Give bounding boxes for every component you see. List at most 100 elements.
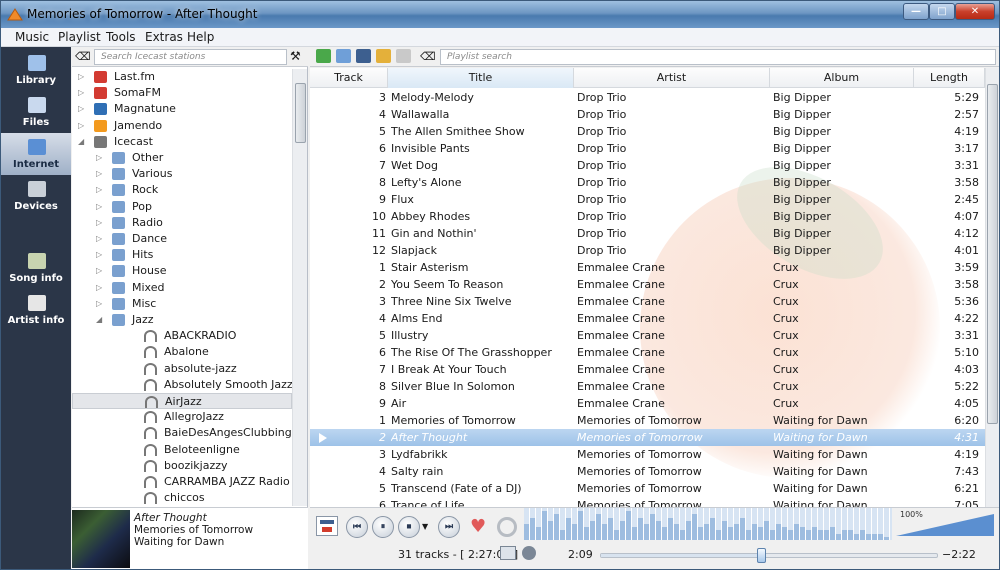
playlist-scrollbar[interactable] (985, 68, 999, 507)
expand-arrow-icon[interactable]: ▷ (96, 247, 106, 263)
minimize-button[interactable]: — (903, 3, 929, 20)
expand-arrow-icon[interactable]: ▷ (96, 199, 106, 215)
stop-options-chevron-icon[interactable]: ▼ (422, 522, 428, 531)
undo-icon[interactable] (376, 49, 391, 63)
tree-item[interactable]: absolute-jazz (72, 361, 292, 377)
playlist-row[interactable]: 11 Gin and Nothin' Drop Trio Big Dipper 4:12 (310, 225, 985, 242)
tree-item[interactable]: ▷ Other (72, 150, 292, 166)
column-album[interactable]: Album (770, 68, 914, 88)
playlist-row[interactable]: 5 Transcend (Fate of a DJ) Memories of Tom… (310, 480, 985, 497)
tree-item[interactable]: ▷ House (72, 263, 292, 279)
expand-arrow-icon[interactable]: ▷ (96, 231, 106, 247)
tree-item[interactable]: Absolutely Smooth Jazz - S ... (72, 377, 292, 393)
love-heart-icon[interactable]: ♥ (470, 518, 486, 536)
expand-arrow-icon[interactable]: ▷ (96, 215, 106, 231)
tree-scroll-thumb[interactable] (295, 83, 306, 143)
tree-item[interactable]: ▷ Various (72, 166, 292, 182)
expand-arrow-icon[interactable]: ◢ (96, 312, 106, 328)
tree-item[interactable]: Abalone (72, 344, 292, 360)
playlist-row[interactable]: 7 I Break At Your Touch Emmalee Crane Crux 4… (310, 361, 985, 378)
shuffle-mode-icon[interactable] (522, 546, 536, 560)
playlist-row[interactable]: 9 Flux Drop Trio Big Dipper 2:45 (310, 191, 985, 208)
spectrum-analyzer[interactable] (524, 508, 892, 540)
expand-arrow-icon[interactable]: ▷ (78, 101, 88, 117)
playlist-row[interactable]: 3 Lydfabrikk Memories of Tomorrow Waiting f… (310, 446, 985, 463)
playlist-row[interactable]: 3 Melody-Melody Drop Trio Big Dipper 5:29 (310, 89, 985, 106)
load-playlist-icon[interactable] (336, 49, 351, 63)
playlist-row[interactable]: 2 After Thought Memories of Tomorrow Waitin… (310, 429, 985, 446)
tree-item[interactable]: CARRAMBA JAZZ Radio Sta... (72, 474, 292, 490)
tree-item[interactable]: Beloteenligne (72, 442, 292, 458)
pause-button[interactable]: ⏸ (372, 516, 394, 538)
playlist-row[interactable]: 6 The Rise Of The Grasshopper Emmalee Cran… (310, 344, 985, 361)
settings-wrench-icon[interactable]: ⚒ (290, 49, 301, 63)
tree-item[interactable]: AllegroJazz (72, 409, 292, 425)
tree-item[interactable]: ▷ Radio (72, 215, 292, 231)
tree-item[interactable]: ◢ Icecast (72, 134, 292, 150)
playlist-row[interactable]: 10 Abbey Rhodes Drop Trio Big Dipper 4:07 (310, 208, 985, 225)
tree-item[interactable]: ◢ Jazz (72, 312, 292, 328)
tree-item[interactable]: ▷ Magnatune (72, 101, 292, 117)
playlist-row[interactable]: 1 Memories of Tomorrow Memories of Tomorro… (310, 412, 985, 429)
tree-item[interactable]: BaieDesAngesClubbing (72, 425, 292, 441)
column-length[interactable]: Length (914, 68, 985, 88)
menu-music[interactable]: Music (15, 30, 49, 44)
expand-arrow-icon[interactable]: ▷ (78, 85, 88, 101)
tree-item[interactable]: chiccos (72, 490, 292, 506)
sidebar-item-song-info[interactable]: Song info (1, 247, 71, 289)
playlist-row[interactable]: 4 Wallawalla Drop Trio Big Dipper 2:57 (310, 106, 985, 123)
clear-playlist-search-icon[interactable]: ⌫ (420, 50, 436, 63)
playlist-row[interactable]: 5 The Allen Smithee Show Drop Trio Big Dipp… (310, 123, 985, 140)
expand-arrow-icon[interactable]: ▷ (96, 150, 106, 166)
column-title[interactable]: Title (388, 68, 574, 88)
next-track-button[interactable]: ⏭ (438, 516, 460, 538)
playlist-row[interactable]: 12 Slapjack Drop Trio Big Dipper 4:01 (310, 242, 985, 259)
title-bar[interactable]: Memories of Tomorrow - After Thought — □… (1, 1, 999, 28)
tree-item[interactable]: ▷ Last.fm (72, 69, 292, 85)
playlist-row[interactable]: 9 Air Emmalee Crane Crux 4:05 (310, 395, 985, 412)
station-search-input[interactable]: Search Icecast stations (94, 49, 287, 65)
seek-handle[interactable] (757, 548, 766, 563)
playlist-row[interactable]: 6 Trance of Life Memories of Tomorrow Waiti… (310, 497, 985, 507)
playlist-row[interactable]: 4 Salty rain Memories of Tomorrow Waiting f… (310, 463, 985, 480)
new-playlist-icon[interactable] (316, 49, 331, 63)
menu-extras[interactable]: Extras (145, 30, 183, 44)
expand-arrow-icon[interactable]: ▷ (96, 263, 106, 279)
redo-icon[interactable] (396, 49, 411, 63)
playlist-row[interactable]: 6 Invisible Pants Drop Trio Big Dipper 3:17 (310, 140, 985, 157)
sidebar-item-files[interactable]: Files (1, 91, 71, 133)
tree-item[interactable]: ▷ Jamendo (72, 118, 292, 134)
stop-after-icon[interactable] (316, 516, 338, 536)
tree-item[interactable]: ▷ Pop (72, 199, 292, 215)
playlist-row[interactable]: 4 Alms End Emmalee Crane Crux 4:22 (310, 310, 985, 327)
expand-arrow-icon[interactable]: ◢ (78, 134, 88, 150)
tree-scrollbar[interactable] (292, 69, 307, 506)
menu-tools[interactable]: Tools (106, 30, 136, 44)
expand-arrow-icon[interactable]: ▷ (96, 182, 106, 198)
tree-item[interactable]: AirJazz (72, 393, 292, 409)
playlist-row[interactable]: 3 Three Nine Six Twelve Emmalee Crane Crux 5… (310, 293, 985, 310)
playlist-row[interactable]: 7 Wet Dog Drop Trio Big Dipper 3:31 (310, 157, 985, 174)
playlist-row[interactable]: 8 Silver Blue In Solomon Emmalee Crane Crux… (310, 378, 985, 395)
tree-item[interactable]: ▷ Hits (72, 247, 292, 263)
seek-slider[interactable] (600, 548, 938, 563)
expand-arrow-icon[interactable]: ▷ (78, 69, 88, 85)
tree-item[interactable]: ABACKRADIO (72, 328, 292, 344)
tree-item[interactable]: ▷ Rock (72, 182, 292, 198)
expand-arrow-icon[interactable]: ▷ (96, 296, 106, 312)
repeat-mode-icon[interactable] (500, 546, 516, 560)
save-playlist-icon[interactable] (356, 49, 371, 63)
tree-item[interactable]: boozikjazzy (72, 458, 292, 474)
sidebar-item-artist-info[interactable]: Artist info (1, 289, 71, 331)
playlist-scroll-thumb[interactable] (987, 84, 998, 424)
sidebar-item-internet[interactable]: Internet (1, 133, 71, 175)
playlist-row[interactable]: 5 Illustry Emmalee Crane Crux 3:31 (310, 327, 985, 344)
column-track[interactable]: Track (310, 68, 388, 88)
tree-item[interactable]: ▷ Misc (72, 296, 292, 312)
sidebar-item-library[interactable]: Library (1, 49, 71, 91)
menu-help[interactable]: Help (187, 30, 214, 44)
tree-item[interactable]: ▷ SomaFM (72, 85, 292, 101)
expand-arrow-icon[interactable]: ▷ (96, 280, 106, 296)
tree-item[interactable]: ▷ Dance (72, 231, 292, 247)
clear-search-icon[interactable]: ⌫ (75, 50, 91, 63)
